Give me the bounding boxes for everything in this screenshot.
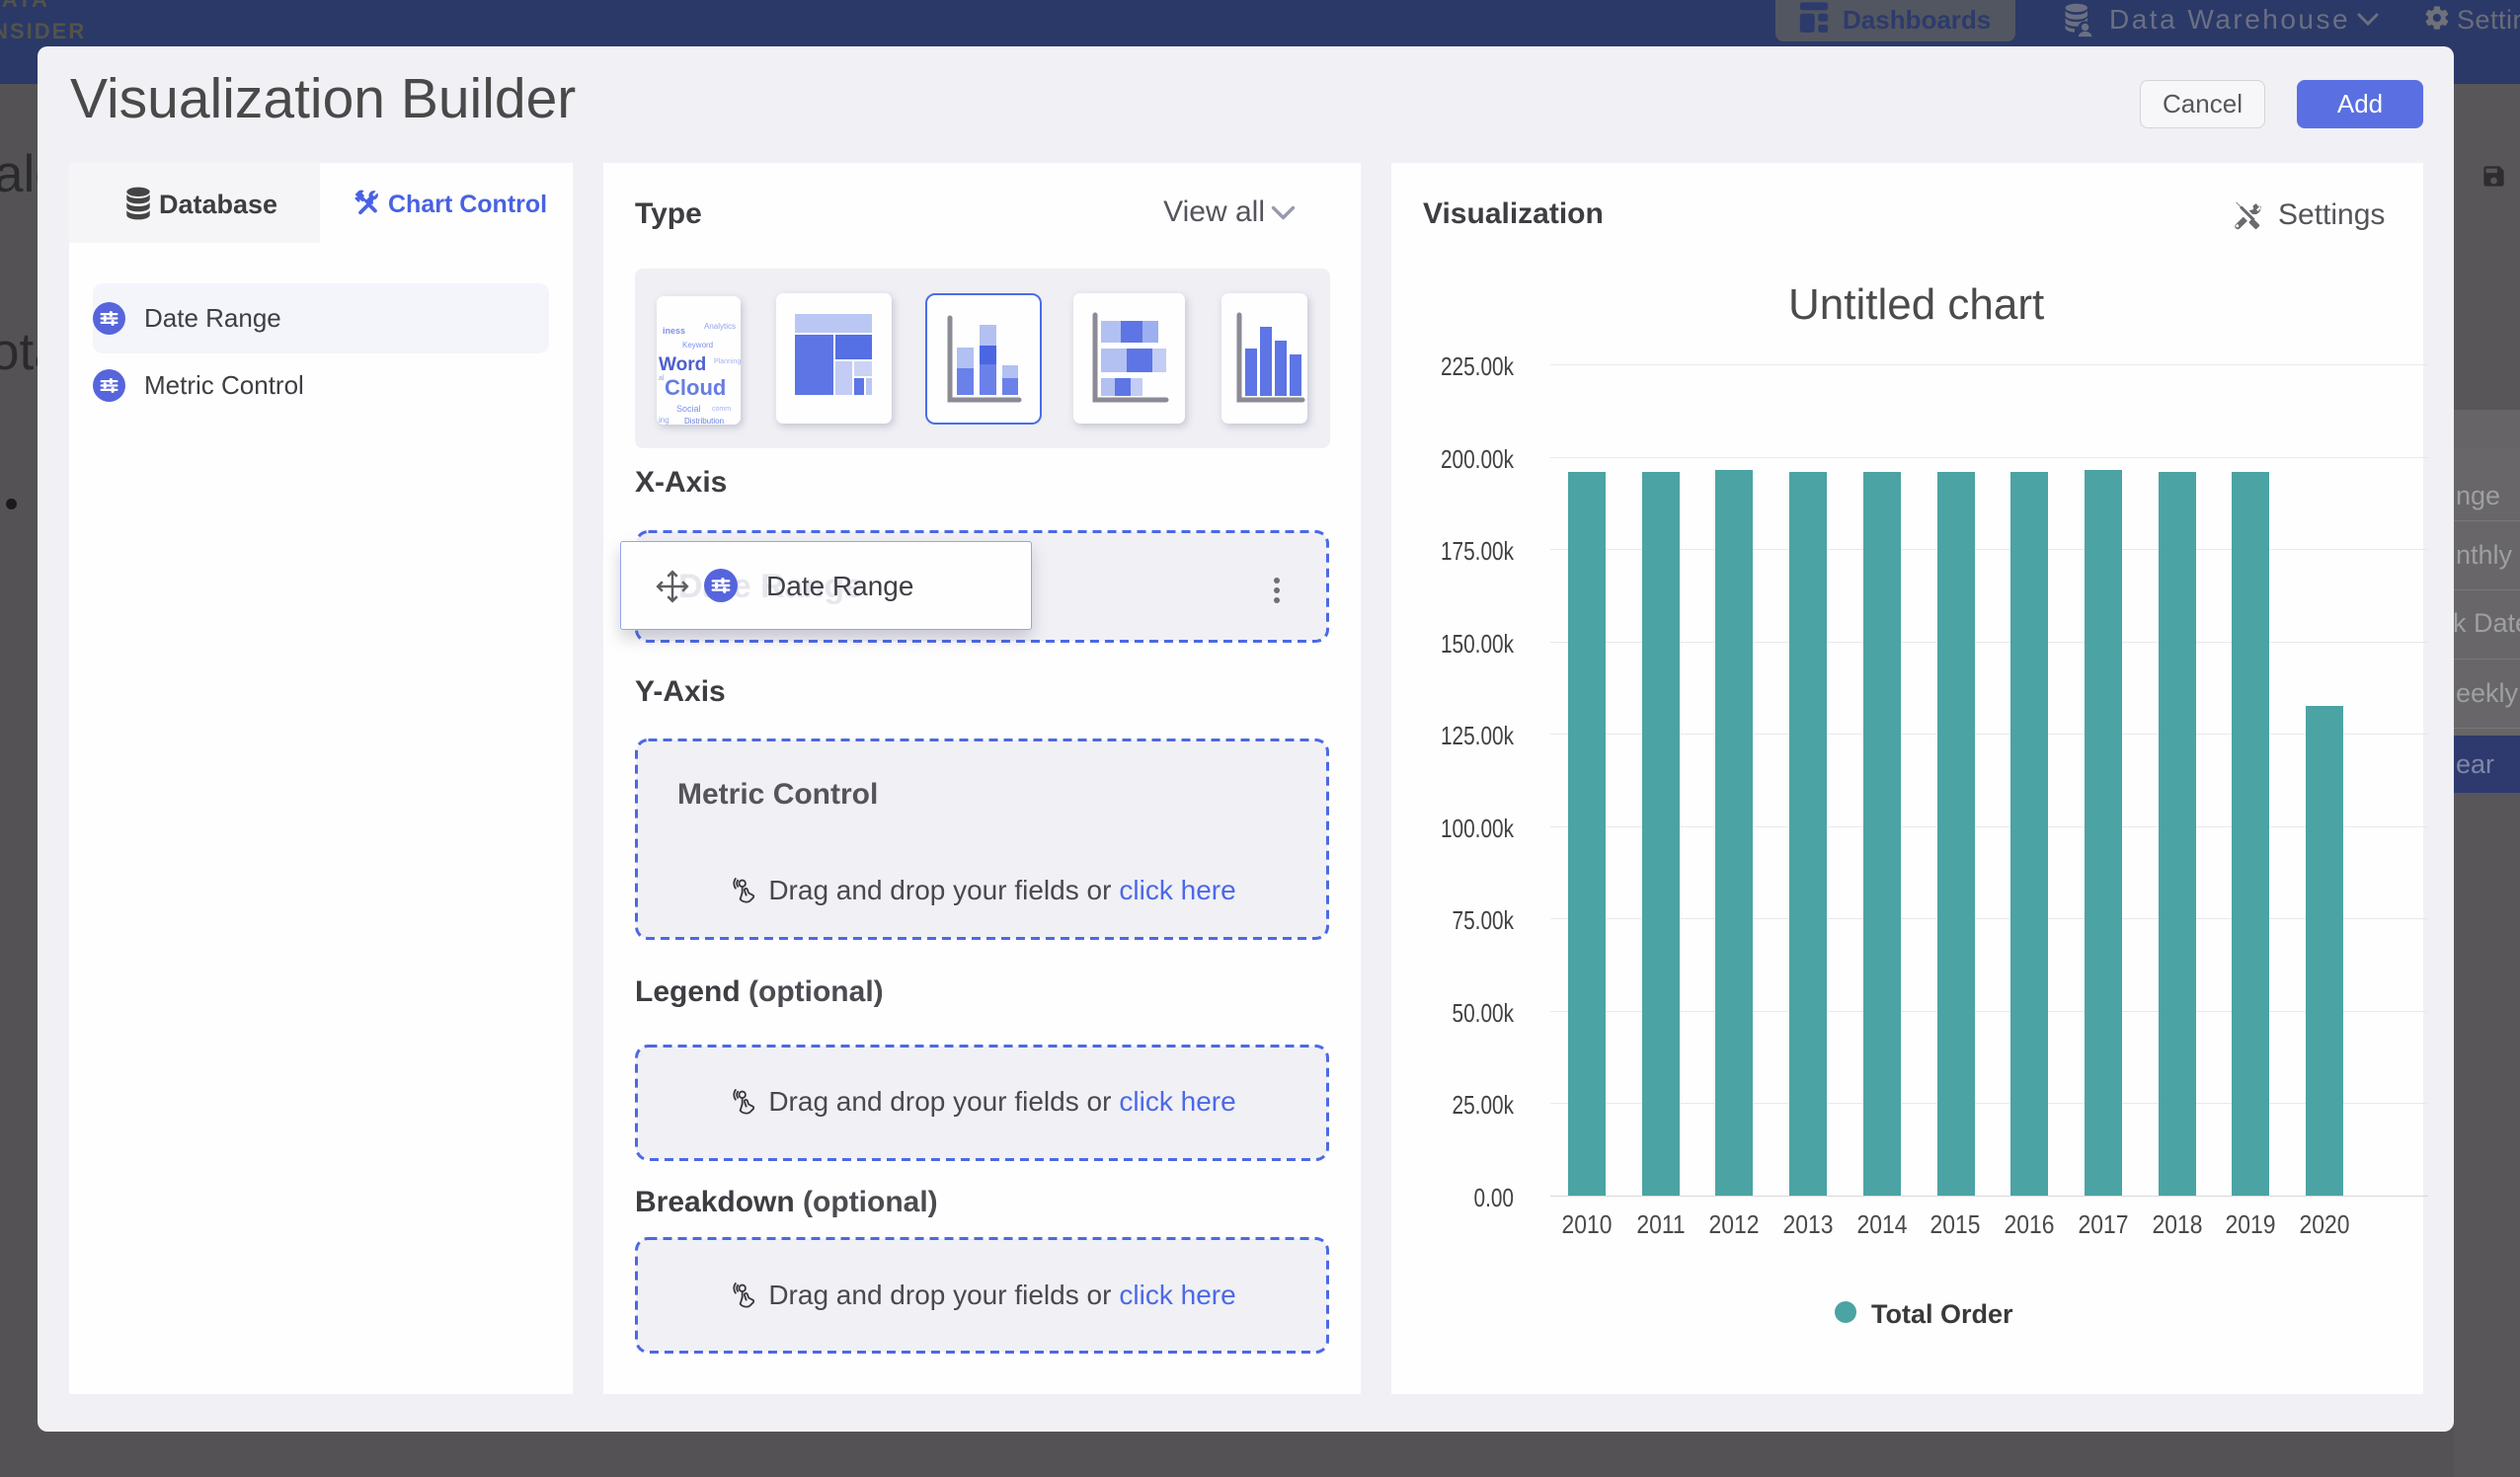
svg-text:Distribution: Distribution bbox=[684, 417, 724, 425]
svg-text:ing: ing bbox=[659, 416, 669, 425]
svg-text:Word: Word bbox=[659, 354, 706, 375]
svg-text:iness: iness bbox=[663, 326, 685, 336]
svg-text:Cloud: Cloud bbox=[665, 375, 726, 400]
svg-text:al: al bbox=[659, 375, 665, 382]
svg-text:comm: comm bbox=[712, 406, 731, 413]
svg-text:Keyword: Keyword bbox=[682, 341, 713, 350]
svg-text:Analytics: Analytics bbox=[704, 322, 736, 331]
svg-text:Planning: Planning bbox=[714, 358, 741, 365]
svg-text:Social: Social bbox=[676, 404, 701, 414]
